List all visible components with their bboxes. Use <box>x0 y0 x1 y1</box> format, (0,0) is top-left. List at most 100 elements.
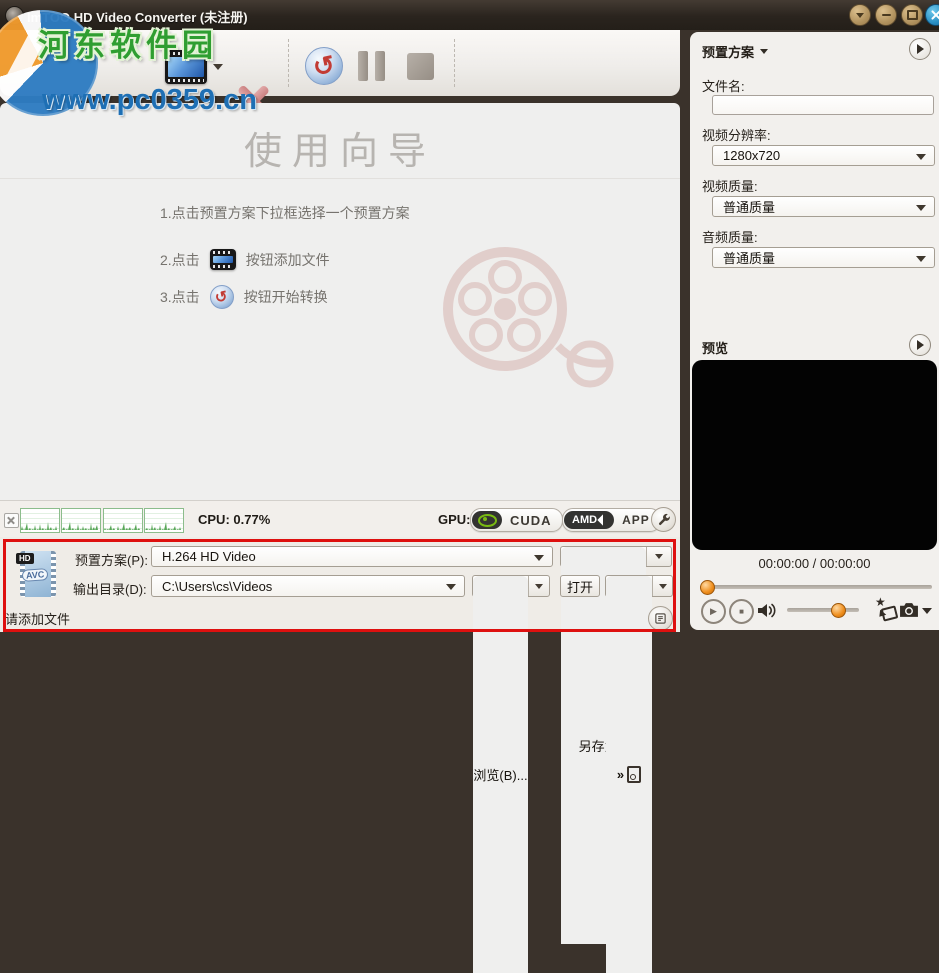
preview-stop-button[interactable]: ■ <box>729 599 754 624</box>
cpu-graph <box>103 508 143 533</box>
preset-panel-header[interactable]: 预置方案 <box>702 42 769 61</box>
tray-button[interactable] <box>849 4 871 26</box>
stop-convert-button[interactable] <box>407 53 434 80</box>
minimize-button[interactable] <box>875 4 897 26</box>
chevron-down-icon <box>856 12 864 18</box>
add-file-dropdown-arrow[interactable] <box>213 64 223 70</box>
pause-icon <box>358 51 368 81</box>
minimize-icon <box>881 14 891 16</box>
wrench-icon <box>658 513 670 525</box>
audio-quality-value: 普通质量 <box>723 251 776 266</box>
toolbar: ↺ <box>0 30 680 151</box>
video-preview-screen <box>692 360 937 550</box>
seek-slider-handle[interactable] <box>700 580 715 595</box>
file-name-label: 文件名: <box>702 79 745 94</box>
chevron-right-icon <box>916 340 924 350</box>
preview-play-button[interactable]: ▶ <box>701 599 726 624</box>
transfer-device-button[interactable]: » <box>606 576 652 973</box>
avc-badge: AVC <box>21 568 49 582</box>
save-as-dropdown[interactable] <box>646 547 671 566</box>
maximize-button[interactable] <box>901 4 923 26</box>
toolbar-divider <box>288 39 289 87</box>
hide-graphs-button[interactable] <box>4 513 19 528</box>
volume-icon[interactable] <box>756 601 779 620</box>
preview-header-label: 预览 <box>702 341 729 356</box>
video-quality-label: 视频质量: <box>702 179 758 194</box>
audio-quality-select[interactable]: 普通质量 <box>712 247 935 268</box>
nvidia-eye-icon <box>472 511 502 529</box>
preview-expand-button[interactable] <box>909 334 931 356</box>
effects-compare-button[interactable]: ★ <box>873 595 899 623</box>
volume-slider-handle[interactable] <box>831 603 846 618</box>
start-convert-button[interactable]: ↺ <box>305 47 343 85</box>
browse-dropdown[interactable] <box>528 576 549 596</box>
volume-slider[interactable] <box>787 608 859 612</box>
save-as-split-button: 另存为... <box>560 546 672 944</box>
video-quality-select[interactable]: 普通质量 <box>712 196 935 217</box>
pause-icon <box>375 51 385 81</box>
add-file-icon <box>209 249 236 270</box>
cuda-badge[interactable]: CUDA <box>470 508 563 532</box>
step1-text: 1.点击预置方案下拉框选择一个预置方案 <box>160 205 410 221</box>
output-settings-panel: HD AVC 预置方案(P): H.264 HD Video 另存为... 输出… <box>0 537 680 973</box>
app-icon <box>5 6 24 25</box>
file-info-button[interactable] <box>648 606 673 631</box>
window-title: ImTOO HD Video Converter (未注册) <box>27 10 248 25</box>
double-chevron-label: » <box>616 767 625 782</box>
chevron-down-icon <box>655 554 663 559</box>
cpu-usage-text: CPU: 0.77% <box>198 512 271 527</box>
settings-button[interactable] <box>651 507 676 532</box>
step3-suffix: 按钮开始转换 <box>243 289 328 305</box>
chevron-down-icon <box>446 584 456 590</box>
preset-header-label: 预置方案 <box>702 45 755 60</box>
output-dir-value: C:\Users\cs\Videos <box>162 578 273 594</box>
list-info-icon <box>655 613 666 624</box>
device-icon <box>627 766 642 783</box>
add-file-button[interactable] <box>165 50 207 84</box>
audio-quality-label: 音频质量: <box>702 230 758 245</box>
chevron-down-icon <box>658 583 667 589</box>
seek-slider[interactable] <box>700 585 932 589</box>
toolbar-divider <box>454 39 455 87</box>
file-name-input[interactable] <box>712 95 934 115</box>
film-icon <box>168 57 204 77</box>
snapshot-button[interactable] <box>899 602 919 618</box>
preset-value: H.264 HD Video <box>162 549 256 564</box>
play-icon: ▶ <box>710 606 717 616</box>
preset-combobox[interactable]: H.264 HD Video <box>151 546 553 567</box>
wizard-area: 使用向导 1.点击预置方案下拉框选择一个预置方案 2.点击 按钮添加文件 3.点… <box>0 103 680 500</box>
stop-icon: ■ <box>739 607 744 616</box>
cpu-graph <box>61 508 101 533</box>
chevron-down-icon <box>760 49 769 54</box>
app-window: { "window": { "title": "ImTOO HD Video C… <box>0 0 939 973</box>
convert-icon: ↺ <box>209 285 234 309</box>
amd-app-badge[interactable]: AMD APP <box>562 508 661 532</box>
open-button[interactable]: 打开 <box>560 575 600 597</box>
chevron-down-icon <box>916 153 926 160</box>
amd-logo: AMD <box>564 511 615 529</box>
wizard-step-2: 2.点击 按钮添加文件 <box>160 249 330 270</box>
close-button[interactable] <box>925 4 939 26</box>
chevron-down-icon <box>534 554 544 561</box>
pause-button[interactable] <box>358 51 385 81</box>
cuda-label: CUDA <box>510 512 552 528</box>
resolution-select[interactable]: 1280x720 <box>712 145 935 166</box>
hd-badge: HD <box>16 553 34 564</box>
chevron-down-icon <box>535 583 543 589</box>
preset-panel-expand-button[interactable] <box>909 38 931 60</box>
video-quality-value: 普通质量 <box>723 200 776 215</box>
status-bar: CPU: 0.77% GPU: CUDA AMD APP <box>0 500 680 538</box>
resolution-value: 1280x720 <box>723 148 781 163</box>
maximize-icon <box>906 10 918 20</box>
step2-prefix: 2.点击 <box>160 251 200 268</box>
transfer-device-dropdown[interactable] <box>652 576 672 596</box>
time-display: 00:00:00 / 00:00:00 <box>758 556 871 571</box>
frame-icon <box>880 605 899 622</box>
cpu-graph <box>144 508 184 533</box>
add-files-hint: 请添加文件 <box>5 612 71 627</box>
browse-button[interactable]: 浏览(B)... <box>473 576 528 973</box>
transfer-device-split-button: » <box>605 575 673 973</box>
output-dir-combobox[interactable]: C:\Users\cs\Videos <box>151 575 465 597</box>
film-reel-watermark <box>443 247 614 388</box>
snapshot-dropdown-arrow[interactable] <box>922 608 932 614</box>
